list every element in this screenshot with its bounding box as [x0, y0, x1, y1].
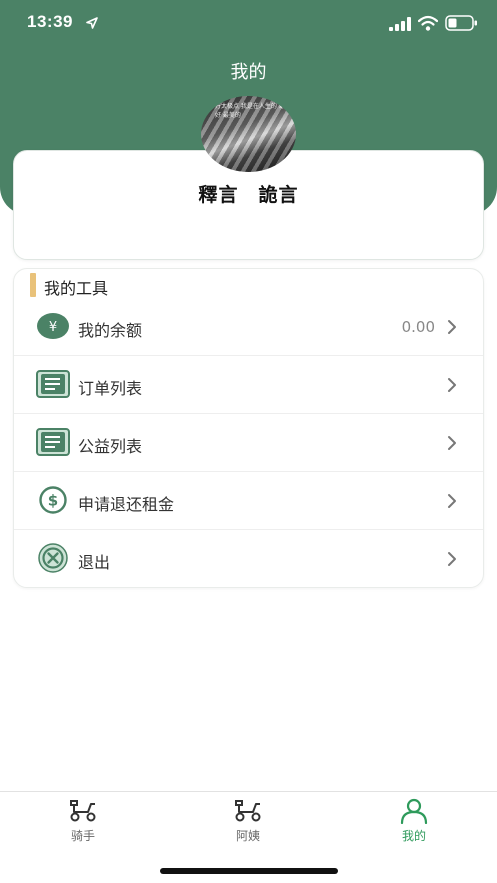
- menu-item-order-list[interactable]: 订单列表: [14, 356, 483, 414]
- svg-text:¥: ¥: [49, 320, 57, 335]
- dollar-icon: $: [39, 486, 67, 514]
- menu-item-label: 订单列表: [78, 379, 143, 398]
- scooter-icon: [235, 800, 261, 822]
- menu-item-label: 公益列表: [78, 437, 143, 456]
- tab-rider[interactable]: 骑手: [23, 798, 143, 848]
- svg-text:$: $: [48, 492, 58, 510]
- yen-icon: ¥: [37, 313, 69, 339]
- balance-value: 0.00: [401, 318, 435, 336]
- tab-label: 阿姨: [235, 829, 260, 843]
- home-indicator: [160, 868, 338, 874]
- tab-label: 骑手: [70, 829, 95, 843]
- wifi-icon: [418, 15, 438, 31]
- tools-section-title: 我的工具: [44, 279, 109, 298]
- section-accent-bar: [30, 273, 36, 297]
- menu-item-balance[interactable]: ¥ 我的余额 0.00: [14, 298, 483, 356]
- menu-item-charity-list[interactable]: 公益列表: [14, 414, 483, 472]
- username: 釋言 詭言: [198, 184, 299, 206]
- person-icon: [400, 798, 428, 824]
- status-bar: 13:39: [0, 0, 497, 48]
- menu-item-label: 退出: [78, 553, 111, 572]
- avatar[interactable]: 万太极点 我是在人生的 最好 最美的: [201, 96, 296, 172]
- tools-card: 我的工具 ¥ 我的余额 0.00 订单列表 公益列表 $ 申请退还租金 退出: [13, 268, 484, 588]
- avatar-overlay-text: 万太极点 我是在人生的 最好 最美的: [215, 103, 285, 119]
- page-title: 我的: [230, 62, 267, 83]
- menu-item-logout[interactable]: 退出: [14, 530, 483, 588]
- chevron-right-icon: [448, 552, 456, 566]
- status-time: 13:39: [27, 12, 73, 31]
- menu-item-label: 我的余额: [78, 321, 143, 340]
- chevron-right-icon: [448, 320, 456, 334]
- logout-icon: [38, 543, 68, 573]
- signal-icon: [389, 17, 411, 31]
- chevron-right-icon: [448, 378, 456, 392]
- chevron-right-icon: [448, 494, 456, 508]
- tab-auntie[interactable]: 阿姨: [188, 798, 308, 848]
- list-icon: [36, 370, 70, 398]
- scooter-icon: [70, 800, 96, 822]
- menu-item-label: 申请退还租金: [78, 495, 175, 514]
- tab-label: 我的: [401, 829, 426, 843]
- battery-icon: [445, 15, 477, 31]
- chevron-right-icon: [448, 436, 456, 450]
- tab-mine[interactable]: 我的: [354, 798, 474, 848]
- location-arrow-icon: [86, 17, 98, 29]
- menu-item-refund-deposit[interactable]: $ 申请退还租金: [14, 472, 483, 530]
- list-icon: [36, 428, 70, 456]
